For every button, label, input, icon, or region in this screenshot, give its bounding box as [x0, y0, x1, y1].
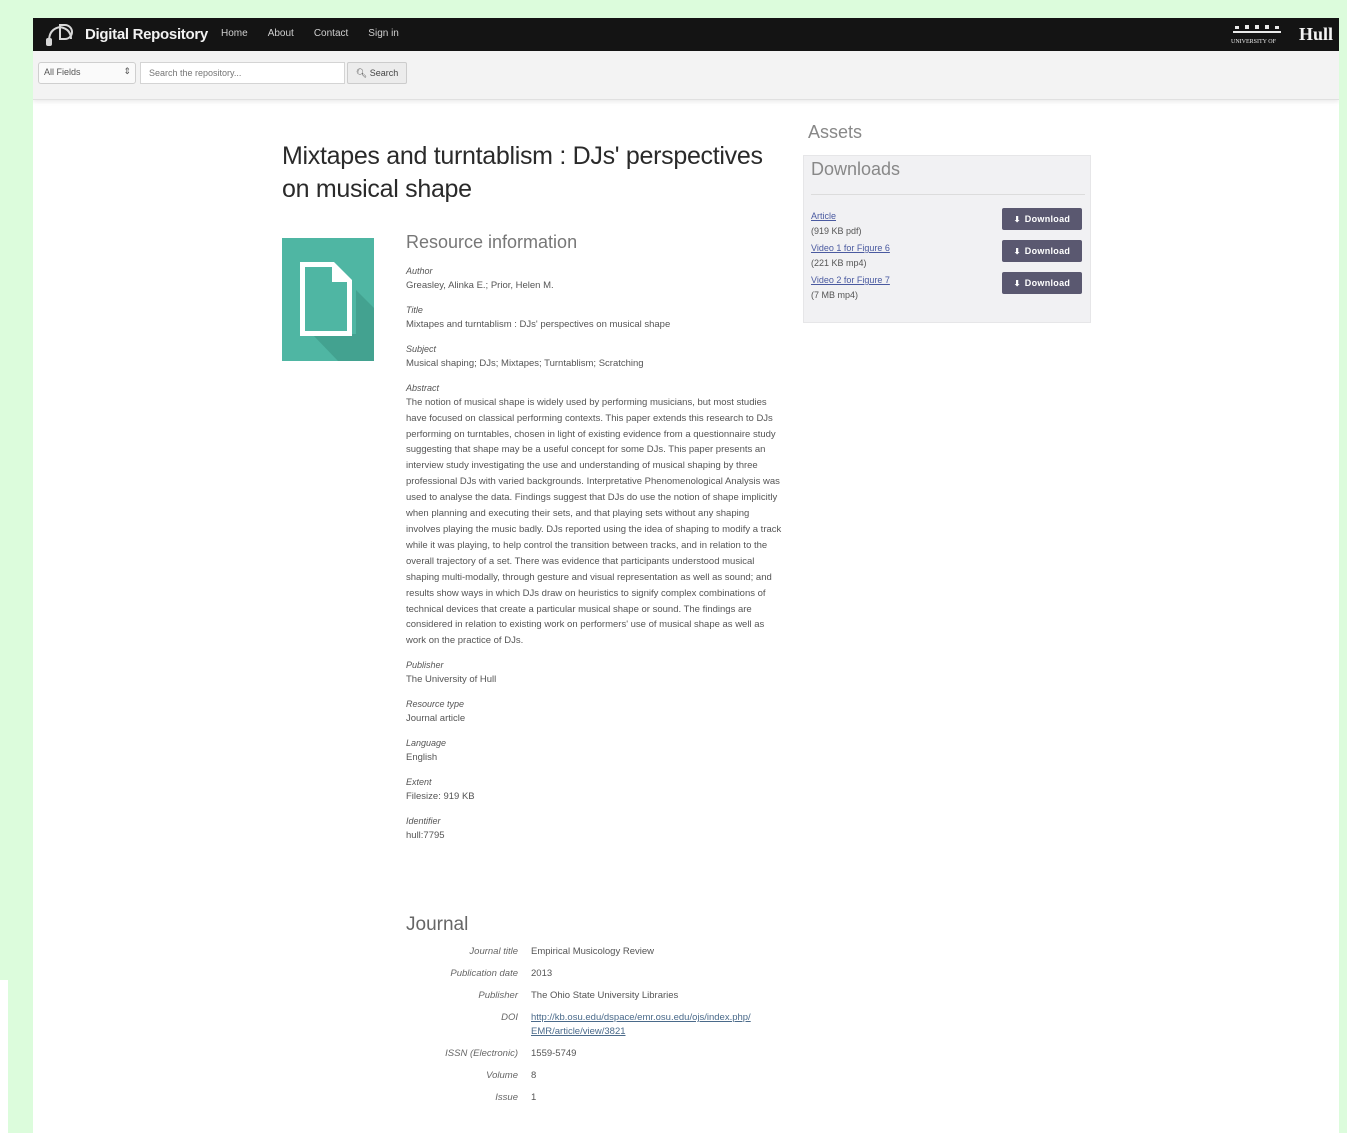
journal-publisher-label: Publisher [478, 990, 518, 1001]
download-button-label: Download [1024, 278, 1071, 288]
resource-type-label: Resource type [406, 699, 465, 710]
nav-sign-in[interactable]: Sign in [368, 28, 399, 39]
download-icon: ⬇ [1013, 278, 1021, 288]
journal-row: DOI http://kb.osu.edu/dspace/emr.osu.edu… [413, 1011, 751, 1039]
download-button-article[interactable]: ⬇ Download [1002, 208, 1082, 230]
download-icon: ⬇ [1013, 214, 1021, 224]
journal-row: Issue 1 [413, 1091, 751, 1105]
language-label: Language [406, 738, 447, 749]
journal-row: Volume 8 [413, 1069, 751, 1083]
divider [811, 194, 1085, 195]
download-button-label: Download [1024, 246, 1071, 256]
downloads-heading: Downloads [811, 159, 901, 179]
journal-row: Publication date 2013 [413, 967, 751, 981]
subject-label: Subject [406, 343, 437, 354]
publication-date-label: Publication date [450, 968, 518, 979]
record-title: Mixtapes and turntablism : DJs' perspect… [282, 142, 763, 203]
search-input[interactable] [140, 62, 345, 84]
title-label: Title [406, 304, 423, 315]
search-icon: 🔍︎ [355, 68, 368, 78]
nav-contact[interactable]: Contact [314, 28, 348, 39]
language-value: English [406, 752, 438, 764]
university-crest-icon: UNIVERSITY OF [1231, 25, 1281, 45]
top-navbar: Digital Repository Home About Contact Si… [33, 18, 1339, 51]
document-thumbnail[interactable] [282, 238, 374, 361]
search-button[interactable]: 🔍︎ Search [347, 62, 407, 84]
issue-label: Issue [495, 1092, 518, 1103]
download-button-video-1[interactable]: ⬇ Download [1002, 240, 1082, 262]
extent-label: Extent [406, 776, 432, 787]
assets-heading: Assets [808, 122, 863, 142]
resource-information-heading: Resource information [406, 232, 578, 252]
abstract-value: The notion of musical shape is widely us… [406, 396, 782, 647]
download-item: Video 1 for Figure 6 (221 KB mp4) ⬇ Down… [811, 240, 1085, 272]
brand-name: Digital Repository [85, 25, 208, 43]
browser-page: Digital Repository Home About Contact Si… [33, 18, 1339, 1133]
download-icon: ⬇ [1013, 246, 1021, 256]
resource-metadata: Author Greasley, Alinka E.; Prior, Helen… [406, 266, 784, 855]
university-name: Hull [1298, 23, 1333, 44]
publisher-label: Publisher [406, 660, 444, 671]
download-button-video-2[interactable]: ⬇ Download [1002, 272, 1082, 294]
issn-value: 1559-5749 [531, 1048, 577, 1059]
brand[interactable]: Digital Repository [43, 21, 208, 47]
issn-label: ISSN (Electronic) [445, 1048, 518, 1059]
university-logo[interactable]: UNIVERSITY OF Hull [1229, 22, 1333, 46]
journal-title-value: Empirical Musicology Review [531, 946, 655, 957]
left-edge-strip [0, 980, 8, 1133]
doi-link[interactable]: http://kb.osu.edu/dspace/emr.osu.edu/ojs… [531, 1011, 751, 1039]
journal-table: Journal title Empirical Musicology Revie… [413, 945, 751, 1113]
publication-date-value: 2013 [531, 968, 553, 979]
journal-title-label: Journal title [469, 946, 518, 957]
identifier-label: Identifier [406, 815, 441, 826]
download-item: Video 2 for Figure 7 (7 MB mp4) ⬇ Downlo… [811, 272, 1085, 304]
search-field-select-value: All Fields [44, 67, 81, 77]
doi-label: DOI [501, 1012, 518, 1023]
issue-value: 1 [531, 1092, 537, 1103]
svg-text:UNIVERSITY OF: UNIVERSITY OF [1231, 39, 1277, 45]
title-value: Mixtapes and turntablism : DJs' perspect… [406, 318, 671, 330]
author-value: Greasley, Alinka E.; Prior, Helen M. [406, 280, 554, 291]
subject-value: Musical shaping; DJs; Mixtapes; Turntabl… [406, 357, 644, 369]
identifier-value: hull:7795 [406, 829, 445, 841]
download-button-label: Download [1024, 214, 1071, 224]
resource-type-value: Journal article [406, 713, 466, 725]
abstract-label: Abstract [406, 382, 440, 393]
author-label: Author [406, 266, 433, 276]
journal-publisher-value: The Ohio State University Libraries [531, 990, 679, 1001]
journal-row: Journal title Empirical Musicology Revie… [413, 945, 751, 959]
search-field-select[interactable]: All Fields ⇕ [38, 62, 136, 84]
volume-value: 8 [531, 1070, 537, 1081]
nav-home[interactable]: Home [221, 28, 248, 39]
dj-headphones-logo-icon [46, 24, 73, 46]
select-arrows-icon: ⇕ [123, 66, 131, 76]
journal-row: ISSN (Electronic) 1559-5749 [413, 1047, 751, 1061]
search-bar: All Fields ⇕ 🔍︎ Search [33, 51, 1339, 100]
document-icon [300, 262, 374, 361]
downloads-panel: Downloads Article (919 KB pdf) ⬇ Downloa… [803, 155, 1091, 323]
extent-value: Filesize: 919 KB [406, 790, 475, 802]
download-item: Article (919 KB pdf) ⬇ Download [811, 208, 1085, 240]
publisher-value: The University of Hull [406, 674, 497, 686]
nav-about[interactable]: About [268, 28, 294, 39]
journal-row: Publisher The Ohio State University Libr… [413, 989, 751, 1003]
journal-heading: Journal [406, 914, 469, 935]
volume-label: Volume [486, 1070, 518, 1081]
main-nav: Home About Contact Sign in [221, 28, 419, 39]
search-button-label: Search [369, 68, 399, 78]
